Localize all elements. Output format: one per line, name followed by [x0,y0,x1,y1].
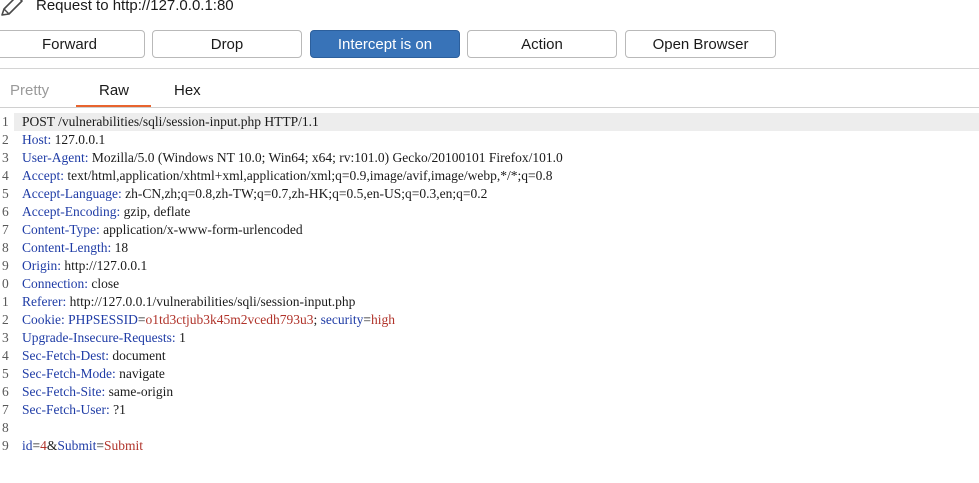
header-value: 1 [175,330,186,345]
tab-raw[interactable]: Raw [99,82,129,102]
intercept-toggle-button[interactable]: Intercept is on [310,30,460,58]
header-name: Referer: [22,294,67,309]
line-content: id=4&Submit=Submit [22,437,143,455]
header-name: Sec-Fetch-Mode: [22,366,116,381]
line-content: Content-Length: 18 [22,239,128,257]
param-name: Submit [57,438,97,453]
param-separator: = [137,312,146,327]
header-value: 18 [111,240,129,255]
header-name: Connection: [22,276,88,291]
header-name: Sec-Fetch-User: [22,402,110,417]
line-content: Sec-Fetch-Mode: navigate [22,365,165,383]
tabs-divider [0,107,979,108]
header-name: Content-Type: [22,222,100,237]
header-name: Sec-Fetch-Site: [22,384,106,399]
line-number: 8 [2,420,9,435]
line-number: 6 [2,384,9,399]
header-value: same-origin [105,384,174,399]
line-content: Sec-Fetch-Dest: document [22,347,166,365]
line-number: 4 [2,168,9,183]
forward-button[interactable]: Forward [0,30,145,58]
header-name: Accept-Encoding: [22,204,121,219]
line-number: 1 [2,114,9,129]
header-value: http://127.0.0.1 [61,258,148,273]
line-number: 9 [2,438,9,453]
line-content: Cookie: PHPSESSID=o1td3ctjub3k45m2vcedh7… [22,311,395,329]
line-number: 9 [2,258,9,273]
line-content: POST /vulnerabilities/sqli/session-input… [22,113,319,131]
param-separator: ; [313,312,321,327]
param-value: 4 [40,438,47,453]
header-value: text/html,application/xhtml+xml,applicat… [63,168,553,183]
header-name: Upgrade-Insecure-Requests: [22,330,176,345]
header-value: ?1 [109,402,126,417]
line-content: Accept-Encoding: gzip, deflate [22,203,190,221]
line-content: Accept-Language: zh-CN,zh;q=0.8,zh-TW;q=… [22,185,487,203]
line-content: Host: 127.0.0.1 [22,131,105,149]
param-name: PHPSESSID [68,312,138,327]
toolbar-divider [0,68,979,69]
header-name: Accept: [22,168,64,183]
header-value: navigate [115,366,165,381]
param-value: Submit [104,438,144,453]
line-content: User-Agent: Mozilla/5.0 (Windows NT 10.0… [22,149,563,167]
request-editor[interactable]: 1 POST /vulnerabilities/sqli/session-inpu… [0,112,979,483]
line-number: 8 [2,240,9,255]
header-value: application/x-www-form-urlencoded [99,222,303,237]
header-name: User-Agent: [22,150,89,165]
param-value: o1td3ctjub3k45m2vcedh793u3 [145,312,314,327]
line-content: Origin: http://127.0.0.1 [22,257,147,275]
request-title: Request to http://127.0.0.1:80 [36,0,234,14]
param-separator: = [363,312,372,327]
line-number: 2 [2,312,9,327]
tab-hex[interactable]: Hex [174,82,201,102]
header-value: gzip, deflate [120,204,191,219]
line-number: 4 [2,348,9,363]
param-name: id [22,438,33,453]
line-content: Sec-Fetch-Site: same-origin [22,383,173,401]
header-value: 127.0.0.1 [51,132,106,147]
pencil-icon [1,0,23,16]
line-content: Content-Type: application/x-www-form-url… [22,221,303,239]
line-number: 0 [2,276,9,291]
line-content: Connection: close [22,275,119,293]
line-content: Referer: http://127.0.0.1/vulnerabilitie… [22,293,355,311]
header-name: Cookie: [22,312,65,327]
line-number: 2 [2,132,9,147]
header-value: Mozilla/5.0 (Windows NT 10.0; Win64; x64… [88,150,563,165]
header-name: Sec-Fetch-Dest: [22,348,109,363]
param-value: high [371,312,396,327]
action-button[interactable]: Action [467,30,617,58]
header-value: document [108,348,166,363]
header-name: Content-Length: [22,240,112,255]
header-value: http://127.0.0.1/vulnerabilities/sqli/se… [66,294,356,309]
line-number: 5 [2,186,9,201]
line-number: 3 [2,330,9,345]
line-number: 6 [2,204,9,219]
line-number: 3 [2,150,9,165]
header-value: zh-CN,zh;q=0.8,zh-TW;q=0.7,zh-HK;q=0.5,e… [121,186,488,201]
line-text: POST /vulnerabilities/sqli/session-input… [22,114,319,129]
param-separator: = [96,438,105,453]
param-name: security [320,312,364,327]
header-value: close [88,276,120,291]
line-content: Upgrade-Insecure-Requests: 1 [22,329,186,347]
line-number: 7 [2,222,9,237]
header-name: Origin: [22,258,61,273]
param-separator: = [32,438,41,453]
line-content: Accept: text/html,application/xhtml+xml,… [22,167,553,185]
line-number: 1 [2,294,9,309]
line-number: 5 [2,366,9,381]
tab-pretty[interactable]: Pretty [10,82,49,102]
line-number: 7 [2,402,9,417]
line-content: Sec-Fetch-User: ?1 [22,401,126,419]
header-name: Accept-Language: [22,186,122,201]
drop-button[interactable]: Drop [152,30,302,58]
title-bar: Request to http://127.0.0.1:80 [0,0,979,18]
header-name: Host: [22,132,52,147]
param-separator: & [46,438,58,453]
open-browser-button[interactable]: Open Browser [625,30,776,58]
